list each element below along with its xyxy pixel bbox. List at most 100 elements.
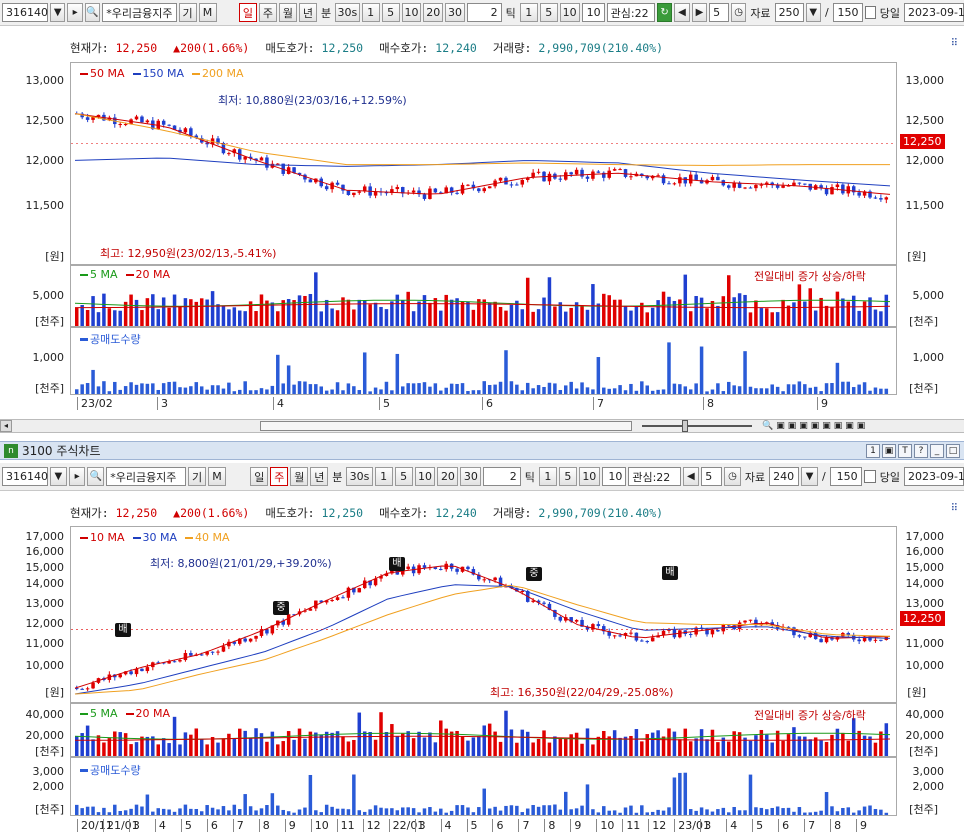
same-day-checkbox[interactable] <box>864 6 876 19</box>
volume-bar <box>96 312 101 326</box>
tick-1-button[interactable]: 1 <box>538 467 557 486</box>
right-arrow-icon[interactable]: ▶ <box>691 3 708 22</box>
chart-tools-icon[interactable]: 🔍▣▣▣▣▣▣▣▣ <box>762 421 868 431</box>
date-field[interactable]: 2023-09-1 <box>903 3 964 22</box>
sec-button[interactable]: 30s <box>335 3 360 22</box>
short-sale-chart-area[interactable] <box>70 327 897 395</box>
search-icon[interactable]: 🔍 <box>87 467 105 486</box>
short-sale-bar <box>623 807 628 815</box>
price-label: 현재가: <box>70 506 109 520</box>
min-5-button[interactable]: 5 <box>394 467 413 486</box>
search-icon[interactable]: 🔍 <box>84 3 101 22</box>
min-20-button[interactable]: 20 <box>423 3 444 22</box>
data-count-select[interactable]: 250 <box>774 3 804 22</box>
period-day-button[interactable]: 일 <box>238 3 257 22</box>
volume-bar <box>580 743 584 756</box>
min-1-button[interactable]: 1 <box>374 467 393 486</box>
zoom-slider[interactable] <box>642 420 752 432</box>
volume-bar <box>444 728 448 756</box>
same-day-checkbox[interactable] <box>863 470 876 483</box>
period-month-button[interactable]: 월 <box>278 3 297 22</box>
window-settings-icon[interactable]: T <box>898 443 912 458</box>
min-5-button[interactable]: 5 <box>381 3 400 22</box>
legend-ma50: 50 MA <box>80 67 125 80</box>
dropdown-arrow-icon[interactable]: ▼ <box>50 467 67 486</box>
info-button[interactable]: 기 <box>178 3 197 22</box>
period-week-button[interactable]: 주 <box>270 467 289 486</box>
total-input[interactable]: 150 <box>832 3 863 22</box>
tick-value-input[interactable]: 10 <box>601 467 627 486</box>
period-year-button[interactable]: 년 <box>310 467 329 486</box>
date-field[interactable]: 2023-09-1 <box>904 467 964 486</box>
scroll-thumb[interactable] <box>260 421 632 431</box>
prev-arrow-icon[interactable]: ▸ <box>68 467 86 486</box>
min-10-button[interactable]: 10 <box>401 3 422 22</box>
tick-count-input[interactable]: 2 <box>466 3 502 22</box>
min-20-button[interactable]: 20 <box>437 467 459 486</box>
tick-10-button[interactable]: 10 <box>559 3 580 22</box>
memo-button[interactable]: M <box>198 3 217 22</box>
price-chart-area[interactable] <box>70 62 897 265</box>
total-input[interactable]: 150 <box>829 467 862 486</box>
candle-body <box>395 187 400 190</box>
short-sale-bar <box>314 810 318 815</box>
scroll-left-icon[interactable]: ◂ <box>0 420 12 432</box>
tick-5-button[interactable]: 5 <box>539 3 558 22</box>
short-sale-bar <box>444 812 448 815</box>
short-sale-bar <box>737 386 742 394</box>
tick-10-button[interactable]: 10 <box>578 467 600 486</box>
chevron-down-icon[interactable]: ▼ <box>805 3 821 22</box>
stock-code-input[interactable]: 316140 <box>2 467 48 486</box>
volume-bar <box>303 738 307 756</box>
clock-icon[interactable]: ◷ <box>724 467 741 486</box>
chevron-down-icon[interactable]: ▼ <box>801 467 818 486</box>
min-1-button[interactable]: 1 <box>361 3 380 22</box>
min-30-button[interactable]: 30 <box>460 467 482 486</box>
min-10-button[interactable]: 10 <box>414 467 436 486</box>
tick-1-button[interactable]: 1 <box>519 3 538 22</box>
memo-button[interactable]: M <box>208 467 227 486</box>
stock-name-field[interactable]: *우리금융지주 <box>102 3 177 22</box>
clock-icon[interactable]: ◷ <box>730 3 747 22</box>
tick-count-input[interactable]: 2 <box>483 467 521 486</box>
interest-field[interactable]: 관심:22 <box>628 467 681 486</box>
volume-bar <box>857 310 861 326</box>
chart-scrollbar[interactable]: ◂ 🔍▣▣▣▣▣▣▣▣ <box>0 419 964 433</box>
prev-arrow-icon[interactable]: ▸ <box>67 3 83 22</box>
price-chart-area[interactable] <box>70 526 897 703</box>
stock-name-field[interactable]: *우리금융지주 <box>106 467 187 486</box>
window-link-icon[interactable]: ▣ <box>882 443 896 458</box>
short-sale-bar <box>808 812 812 815</box>
data-count-select[interactable]: 240 <box>769 467 800 486</box>
stock-code-input[interactable]: 316140 <box>2 3 48 22</box>
candle-body <box>172 661 177 663</box>
interest-field[interactable]: 관심:22 <box>606 3 655 22</box>
short-sale-bar <box>118 810 122 815</box>
dropdown-arrow-icon[interactable]: ▼ <box>50 3 66 22</box>
short-sale-chart-area[interactable] <box>70 757 897 816</box>
info-button[interactable]: 기 <box>188 467 207 486</box>
refresh-icon[interactable]: ↻ <box>656 3 673 22</box>
count-input[interactable]: 5 <box>709 3 729 22</box>
period-day-button[interactable]: 일 <box>250 467 269 486</box>
left-arrow-icon[interactable]: ◀ <box>674 3 690 22</box>
tick-value-input[interactable]: 10 <box>581 3 605 22</box>
panel-menu-icon[interactable]: ⠿ <box>951 38 958 49</box>
tick-5-button[interactable]: 5 <box>558 467 577 486</box>
period-week-button[interactable]: 주 <box>258 3 277 22</box>
count-input[interactable]: 5 <box>701 467 723 486</box>
sec-button[interactable]: 30s <box>346 467 373 486</box>
window-number-icon[interactable]: 1 <box>866 443 880 458</box>
left-arrow-icon[interactable]: ◀ <box>682 467 700 486</box>
period-month-button[interactable]: 월 <box>290 467 309 486</box>
volume-bar <box>433 298 438 326</box>
volume-bar <box>471 309 476 326</box>
window-minimize-icon[interactable]: _ <box>930 443 944 458</box>
short-sale-bar <box>91 806 95 815</box>
period-year-button[interactable]: 년 <box>298 3 317 22</box>
window-help-icon[interactable]: ? <box>914 443 928 458</box>
min-30-button[interactable]: 30 <box>445 3 465 22</box>
window-maximize-icon[interactable]: □ <box>946 443 960 458</box>
panel-menu-icon[interactable]: ⠿ <box>951 503 958 514</box>
volume-bar <box>699 297 704 326</box>
